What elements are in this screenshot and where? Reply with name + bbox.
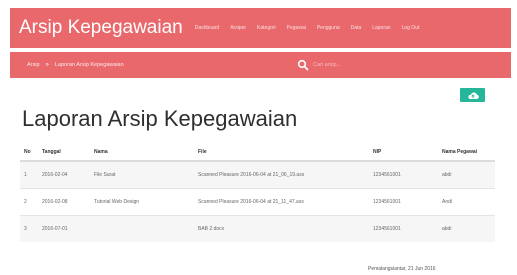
app-brand[interactable]: Arsip Kepegawaian [19, 17, 183, 39]
col-header-nama-pegawai: Nama Pegawai [438, 143, 495, 162]
col-header-tanggal: Tanggal [38, 143, 90, 162]
search-box [297, 59, 373, 71]
cell-nama-pegawai: abdi [438, 215, 495, 242]
cell-tanggal: 2016-02-08 [38, 188, 90, 216]
nav-link-arsiper[interactable]: Arsiper [230, 25, 246, 31]
nav-link-laporan[interactable]: Laporan [372, 25, 390, 31]
nav-link-pengguna[interactable]: Pengguna [317, 25, 340, 31]
cell-tanggal: 2016-02-04 [38, 160, 90, 189]
nav-menu: Dashboard Arsiper Kategori Pegawai Pengg… [195, 25, 420, 31]
cell-nip: 1234561001 [369, 188, 438, 216]
cell-file[interactable]: BAB 2.docx [194, 215, 369, 242]
cell-nip: 1234561001 [369, 160, 438, 189]
page-title: Laporan Arsip Kepegawaian [22, 106, 298, 131]
cloud-upload-icon [467, 92, 479, 99]
table-header-row: No Tanggal Nama File NIP Nama Pegawai [20, 143, 495, 162]
top-navbar: Arsip Kepegawaian Dashboard Arsiper Kate… [10, 8, 511, 48]
cell-no: 3 [20, 215, 38, 242]
col-header-nip: NIP [369, 143, 438, 162]
breadcrumb-home[interactable]: Arsip [27, 62, 40, 68]
nav-link-kategori[interactable]: Kategori [257, 25, 276, 31]
cell-nama-pegawai: Andi [438, 188, 495, 216]
cell-nama: File Surat [90, 160, 194, 189]
cell-nip: 1234561001 [369, 215, 438, 242]
upload-button[interactable] [460, 88, 485, 102]
breadcrumb-bar: Arsip » Laporan Arsip Kepegawaian [10, 52, 511, 78]
nav-link-dashboard[interactable]: Dashboard [195, 25, 219, 31]
cell-nama [90, 215, 194, 242]
cell-file[interactable]: Scanned Pleasure 2016-06-04 at 21_06_19.… [194, 160, 369, 189]
col-header-file: File [194, 143, 369, 162]
table-row: 2 2016-02-08 Tutorial Web Design Scanned… [20, 188, 495, 216]
report-table: No Tanggal Nama File NIP Nama Pegawai 1 … [20, 143, 495, 242]
cell-nama-pegawai: abdi [438, 160, 495, 189]
cell-no: 1 [20, 160, 38, 189]
nav-link-pegawai[interactable]: Pegawai [287, 25, 306, 31]
table-row: 3 2016-07-01 BAB 2.docx 1234561001 abdi [20, 215, 495, 242]
report-date-note: Pemalangsiantar, 21 Jun 2016 [368, 266, 436, 272]
breadcrumb-separator: » [45, 62, 49, 68]
nav-link-logout[interactable]: Log Out [402, 25, 420, 31]
nav-link-data[interactable]: Data [351, 25, 362, 31]
cell-file[interactable]: Scanned Pleasure 2016-06-04 at 21_11_47.… [194, 188, 369, 216]
breadcrumb-current: Laporan Arsip Kepegawaian [54, 62, 124, 68]
search-input[interactable] [313, 62, 373, 68]
cell-tanggal: 2016-07-01 [38, 215, 90, 242]
cell-no: 2 [20, 188, 38, 216]
table-row: 1 2016-02-04 File Surat Scanned Pleasure… [20, 160, 495, 189]
col-header-no: No [20, 143, 38, 162]
search-icon[interactable] [297, 59, 309, 71]
cell-nama: Tutorial Web Design [90, 188, 194, 216]
col-header-nama: Nama [90, 143, 194, 162]
